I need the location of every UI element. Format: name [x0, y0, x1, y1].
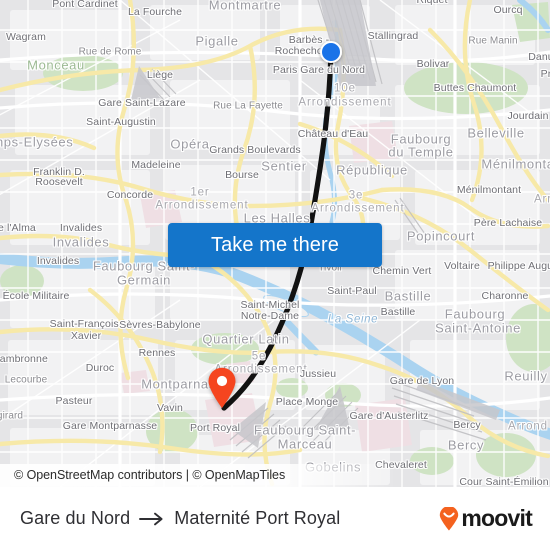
origin-label: Gare du Nord [20, 508, 131, 528]
right-arrow-icon [139, 512, 163, 525]
take-me-there-button[interactable]: Take me there [168, 223, 382, 267]
origin-location-dot[interactable] [320, 41, 342, 63]
moovit-wordmark: moovit [461, 505, 532, 531]
footer-bar: Gare du Nord Maternité Port Royal moovit [0, 487, 550, 550]
destination-label: Maternité Port Royal [174, 508, 341, 528]
map-attribution: © OpenStreetMap contributors | © OpenMap… [0, 464, 550, 487]
moovit-logo[interactable]: moovit [439, 505, 533, 532]
route-summary: Gare du Nord Maternité Port Royal [20, 508, 340, 529]
moovit-pin-smile-icon [440, 506, 459, 530]
destination-map-pin[interactable] [207, 367, 237, 409]
moovit-trip-map-screen: Pont Cardinet La Fourche Montmartre Ourcq Ri… [0, 0, 550, 550]
